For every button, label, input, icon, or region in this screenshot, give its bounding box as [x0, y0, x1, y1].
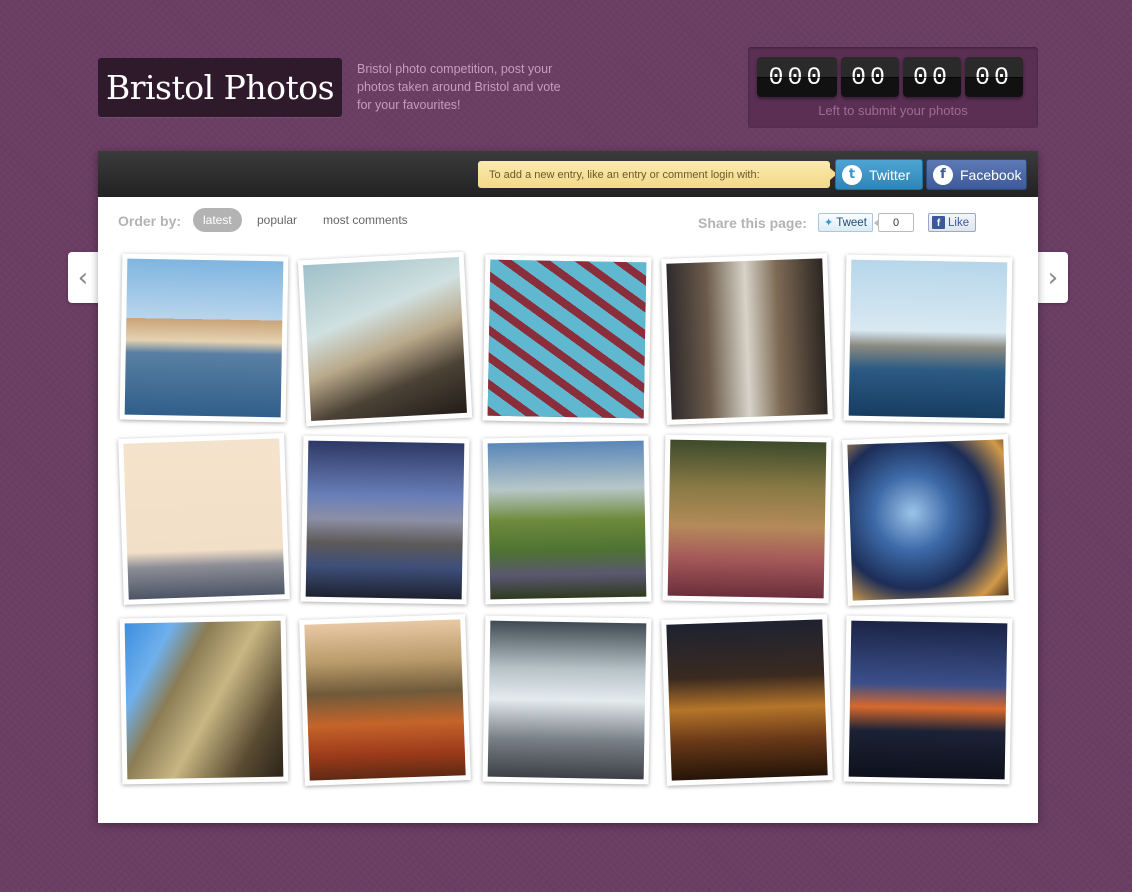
site-logo[interactable]: Bristol Photos [98, 58, 342, 117]
photo-tile[interactable] [297, 251, 473, 427]
twitter-login-button[interactable]: t Twitter [835, 159, 923, 190]
photo-image [487, 440, 647, 600]
order-popular[interactable]: popular [257, 208, 297, 232]
share-label: Share this page: [698, 215, 807, 231]
countdown-timer: 000 00 00 00 Left to submit your photos [748, 47, 1038, 128]
tweet-count: 0 [874, 213, 914, 232]
like-label: Like [948, 216, 970, 229]
facebook-like-icon: f [932, 216, 945, 229]
photo-tile[interactable] [482, 435, 652, 605]
countdown-days: 000 [757, 57, 837, 97]
photo-tile[interactable] [843, 615, 1013, 785]
photo-image [487, 620, 647, 780]
login-hint: To add a new entry, like an entry or com… [478, 161, 837, 188]
photo-image [847, 439, 1009, 601]
order-latest[interactable]: latest [193, 208, 242, 232]
like-button[interactable]: f Like [928, 213, 976, 232]
photo-tile[interactable] [843, 254, 1013, 424]
facebook-login-button[interactable]: f Facebook [926, 159, 1027, 190]
photo-image [305, 440, 465, 600]
photo-image [303, 257, 467, 421]
photo-tile[interactable] [119, 615, 289, 785]
previous-page-button[interactable]: ‹ [68, 252, 98, 303]
photo-image [123, 438, 285, 600]
photo-image [848, 620, 1008, 780]
site-tagline: Bristol photo competition, post your pho… [357, 62, 561, 112]
photo-image [667, 439, 827, 599]
site-title: Bristol Photos [105, 68, 335, 107]
chevron-right-icon: › [1047, 262, 1059, 293]
tweet-label: Tweet [836, 216, 867, 229]
photo-image [848, 259, 1008, 419]
order-most-comments[interactable]: most comments [323, 208, 408, 232]
photo-tile[interactable] [118, 433, 290, 605]
countdown-minutes: 00 [903, 57, 961, 97]
photo-tile[interactable] [299, 614, 471, 786]
facebook-label: Facebook [960, 166, 1022, 183]
facebook-icon: f [933, 164, 953, 185]
order-by-label: Order by: [118, 213, 182, 229]
photo-image [666, 619, 828, 781]
photo-tile[interactable] [662, 434, 832, 604]
photo-image [487, 259, 647, 419]
twitter-icon: t [842, 164, 862, 185]
countdown-seconds: 00 [965, 57, 1023, 97]
photo-tile[interactable] [661, 253, 833, 425]
photo-tile[interactable] [482, 615, 652, 785]
photo-tile[interactable] [842, 434, 1014, 606]
countdown-caption: Left to submit your photos [818, 103, 968, 118]
twitter-bird-icon: ✦ [824, 217, 834, 229]
chevron-left-icon: ‹ [77, 262, 89, 293]
photo-image [304, 619, 466, 781]
countdown-hours: 00 [841, 57, 899, 97]
next-page-button[interactable]: › [1038, 252, 1068, 303]
twitter-label: Twitter [869, 166, 911, 183]
photo-image [124, 258, 284, 418]
photo-tile[interactable] [482, 254, 652, 424]
photo-tile[interactable] [661, 614, 833, 786]
photo-tile[interactable] [300, 435, 470, 605]
toolbar: To add a new entry, like an entry or com… [98, 151, 1038, 197]
photo-image [124, 620, 284, 780]
tweet-button[interactable]: ✦ Tweet [818, 213, 873, 232]
photo-image [666, 258, 828, 420]
photo-tile[interactable] [119, 253, 289, 423]
